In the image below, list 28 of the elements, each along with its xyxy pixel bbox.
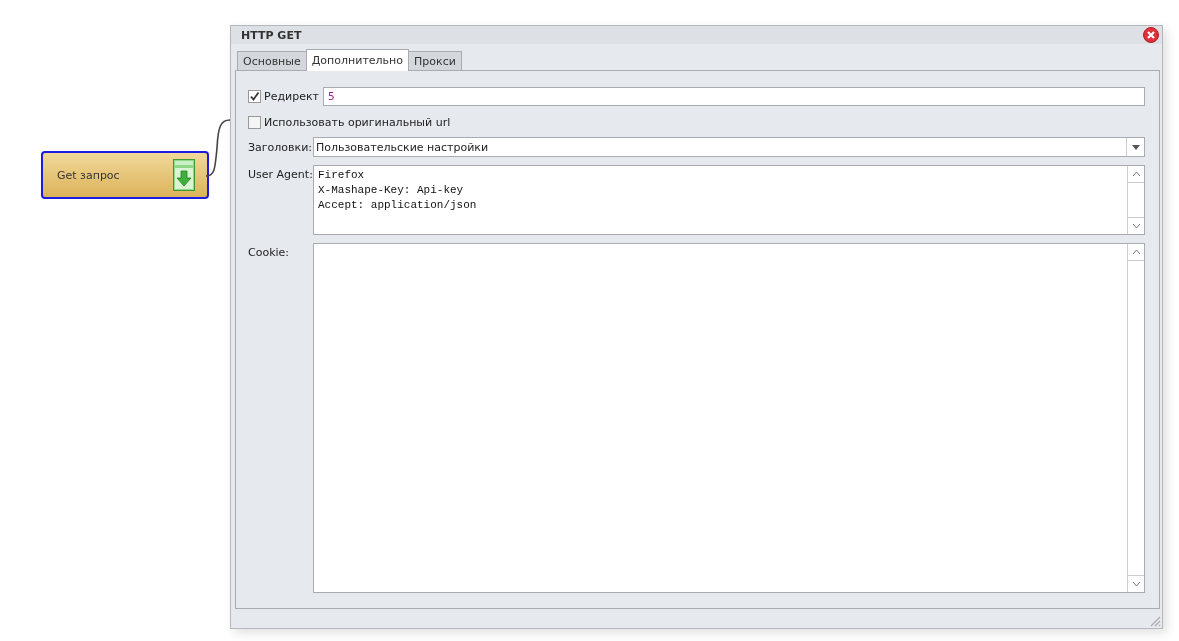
checkbox-label: Использовать оригинальный url	[264, 116, 451, 129]
checkbox[interactable]	[248, 90, 261, 103]
scrollbar[interactable]	[1127, 166, 1144, 234]
field-label: Заголовки:	[248, 140, 313, 154]
tab[interactable]: Прокси	[408, 51, 462, 71]
node-label: Get запрос	[57, 168, 120, 182]
scroll-down-icon[interactable]	[1131, 581, 1141, 587]
cookie-field[interactable]	[313, 243, 1145, 593]
user-agent-field[interactable]: Firefox X-Mashape-Key: Api-key Accept: application/json	[313, 165, 1145, 235]
headers-dropdown[interactable]: Пользовательские настройки	[313, 137, 1145, 157]
scroll-down-icon[interactable]	[1131, 223, 1141, 229]
resize-grip-icon[interactable]	[1149, 615, 1161, 627]
scroll-up-icon[interactable]	[1131, 171, 1141, 177]
redirect-count-field[interactable]: 5	[323, 87, 1145, 106]
connector-line	[205, 118, 231, 178]
field-label: User Agent:	[248, 167, 313, 181]
user-agent-text: Firefox X-Mashape-Key: Api-key Accept: application/json	[317, 168, 478, 213]
tab[interactable]: Дополнительно	[305, 49, 409, 71]
scroll-up-icon[interactable]	[1131, 249, 1141, 255]
scrollbar[interactable]	[1127, 244, 1144, 592]
checkbox-label: Редирект	[264, 90, 319, 103]
close-icon[interactable]	[1143, 27, 1159, 43]
tab[interactable]: Основные	[237, 51, 307, 71]
field-label: Cookie:	[248, 245, 291, 259]
window-title: HTTP GET	[241, 28, 302, 42]
dropdown-arrow-icon	[1131, 144, 1140, 150]
checkbox[interactable]	[248, 116, 261, 129]
action-node[interactable]: Get запрос	[41, 151, 209, 199]
